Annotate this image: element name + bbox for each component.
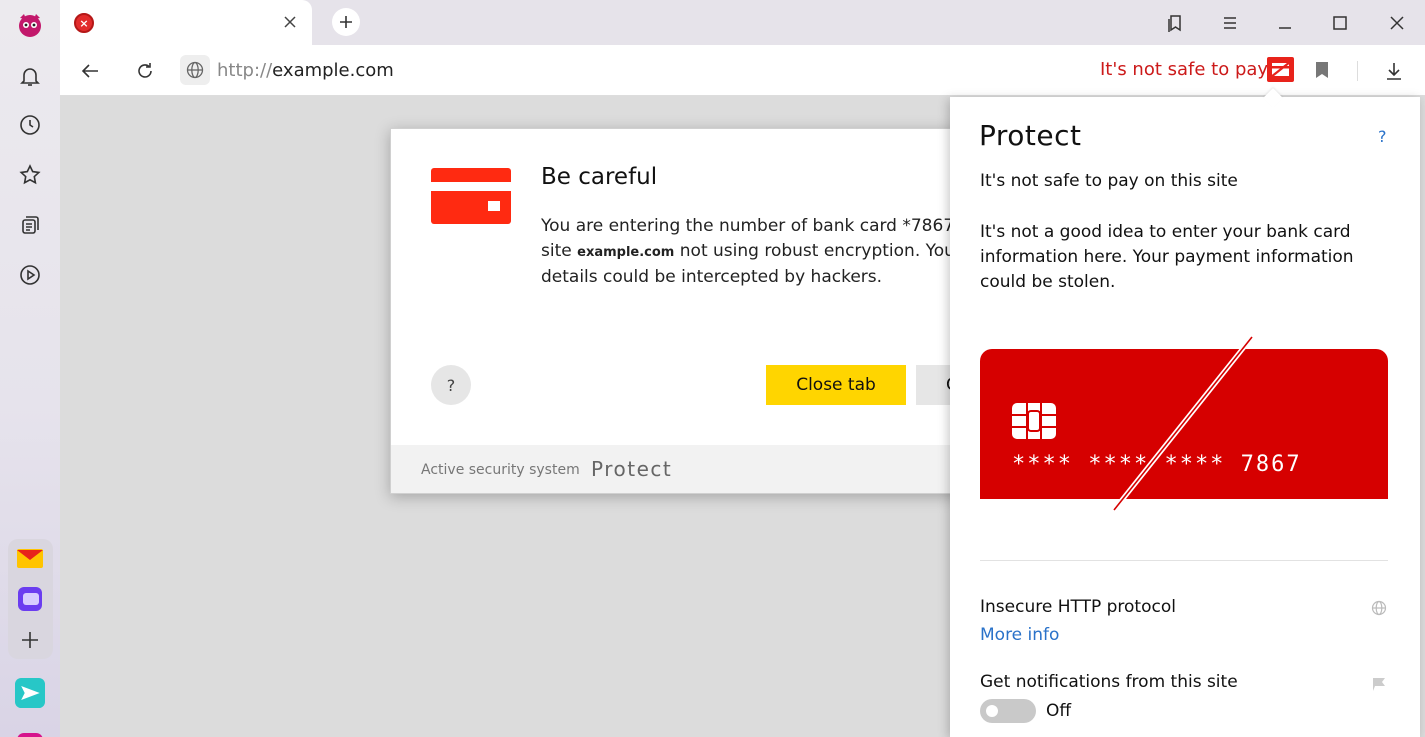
history-clock-icon[interactable] [15, 110, 45, 140]
profile-avatar-icon[interactable] [15, 10, 45, 40]
http-protocol-label: Insecure HTTP protocol [980, 597, 1176, 617]
mail-app-icon[interactable] [15, 543, 45, 573]
site-info-globe-icon[interactable] [180, 55, 210, 85]
protect-panel: Protect ? It's not safe to pay on this s… [950, 97, 1420, 737]
download-icon[interactable] [1380, 57, 1408, 85]
send-app-icon[interactable] [15, 678, 45, 708]
partial-app-icon[interactable] [15, 723, 45, 737]
close-tab-button[interactable]: Close tab [766, 365, 906, 405]
notifications-toggle[interactable] [980, 699, 1036, 723]
notifications-bell-icon[interactable] [15, 61, 45, 91]
unsafe-payment-warning[interactable]: It's not safe to pay [1100, 59, 1268, 80]
new-tab-button[interactable] [332, 8, 360, 36]
toggle-state-label: Off [1046, 701, 1072, 721]
menu-icon[interactable] [1215, 8, 1245, 38]
dialog-message: You are entering the number of bank card… [541, 214, 969, 290]
payment-warning-dialog: Be careful You are entering the number o… [390, 128, 970, 494]
maximize-icon[interactable] [1325, 8, 1355, 38]
panel-description: It's not a good idea to enter your bank … [980, 222, 1354, 292]
address-bar: http://example.com It's not safe to pay [60, 45, 1425, 96]
tab-close-icon[interactable] [278, 10, 302, 34]
panel-divider [980, 560, 1388, 561]
dialog-site-name: example.com [577, 245, 675, 260]
media-play-icon[interactable] [15, 260, 45, 290]
protect-shield-icon[interactable] [1267, 57, 1294, 82]
messenger-app-icon[interactable] [15, 584, 45, 614]
tab-error-icon: × [74, 13, 94, 33]
minimize-icon[interactable] [1270, 8, 1300, 38]
dialog-title: Be careful [541, 164, 658, 190]
footer-protect-logo: Protect [591, 457, 673, 481]
globe-icon [1370, 599, 1388, 617]
bookmarks-star-icon[interactable] [15, 160, 45, 190]
bank-card-icon [431, 168, 511, 224]
card-chip-icon [1012, 403, 1056, 439]
url-scheme: http:// [217, 60, 273, 81]
tab-strip: × [60, 0, 1425, 45]
tab-active[interactable]: × [60, 0, 312, 45]
panel-help-link[interactable]: ? [1378, 127, 1387, 146]
tabs-manager-icon[interactable] [1160, 8, 1190, 38]
panel-subtitle: It's not safe to pay on this site [980, 171, 1238, 191]
dialog-footer: Active security system Protect [391, 445, 969, 493]
more-info-link[interactable]: More info [980, 625, 1059, 645]
toolbar-divider [1357, 61, 1358, 81]
url-host: example.com [272, 60, 394, 81]
reload-icon[interactable] [131, 57, 159, 85]
notifications-label: Get notifications from this site [980, 672, 1238, 692]
card-strike-line [1112, 335, 1254, 512]
dialog-help-button[interactable]: ? [431, 365, 471, 405]
url-field[interactable]: http://example.com [217, 60, 394, 81]
back-arrow-icon[interactable] [76, 57, 104, 85]
sidebar [0, 0, 60, 737]
collections-icon[interactable] [15, 210, 45, 240]
notification-flag-icon [1370, 675, 1388, 693]
panel-title: Protect [979, 119, 1082, 152]
add-app-icon[interactable] [15, 625, 45, 655]
footer-security-text: Active security system [421, 462, 580, 478]
bookmark-flag-icon[interactable] [1310, 57, 1334, 83]
window-close-icon[interactable] [1382, 8, 1412, 38]
